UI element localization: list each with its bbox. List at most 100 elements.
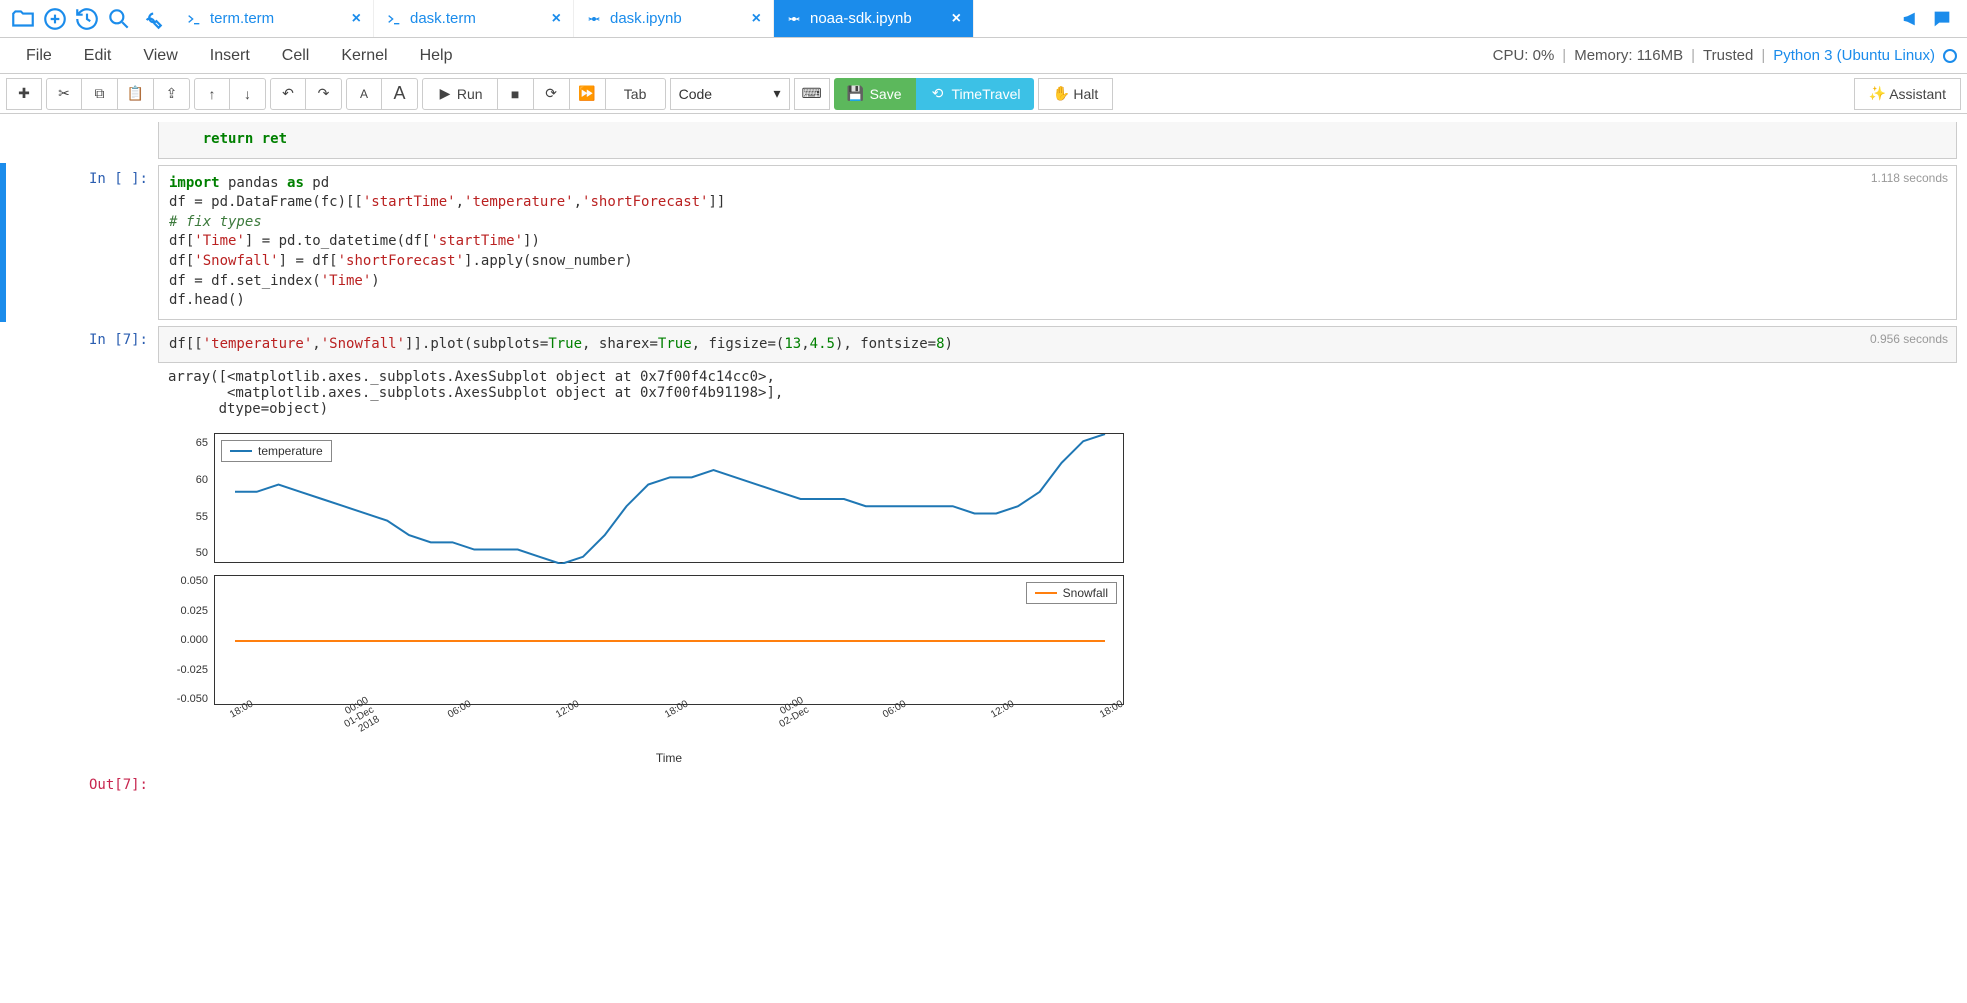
out-prompt: Out[7]: (48, 771, 158, 793)
play-icon: ▶ (437, 86, 453, 102)
halt-button[interactable]: ✋ Halt (1038, 78, 1113, 110)
tab-label: dask.ipynb (610, 10, 744, 27)
menu-insert[interactable]: Insert (194, 41, 266, 71)
cut-button[interactable]: ✂ (46, 78, 82, 110)
redo-button[interactable]: ↷ (306, 78, 342, 110)
action-toolbar: ✚ ✂ ⧉ 📋 ⇪ ↑ ↓ ↶ ↷ A A ▶ Run ■ ⟳ ⏩ Tab Co… (0, 74, 1967, 114)
cell-output-text: array([<matplotlib.axes._subplots.AxesSu… (158, 363, 1957, 423)
sitemap-icon: ⇪ (164, 86, 180, 102)
insert-cell-button[interactable]: ✚ (6, 78, 42, 110)
output-prompt-row: Out[7]: (0, 769, 1967, 795)
cpu-status: CPU: 0% (1493, 47, 1555, 64)
arrow-down-icon: ↓ (240, 86, 256, 102)
chart-output: 65605550 temperature 0.0500.0250.000-0.0… (158, 423, 1957, 765)
font-larger-button[interactable]: A (382, 78, 418, 110)
plus-icon: ✚ (16, 86, 32, 102)
tab-button[interactable]: Tab (606, 78, 666, 110)
undo-button[interactable]: ↶ (270, 78, 306, 110)
format-button[interactable]: ⇪ (154, 78, 190, 110)
megaphone-icon[interactable] (1901, 8, 1923, 30)
menu-cell[interactable]: Cell (266, 41, 326, 71)
cell-timing: 1.118 seconds (1871, 170, 1948, 187)
fast-forward-icon: ⏩ (579, 86, 595, 102)
arrow-up-icon: ↑ (204, 86, 220, 102)
jupyter-icon (786, 11, 802, 27)
history-icon: ⟲ (930, 86, 946, 102)
paste-button[interactable]: 📋 (118, 78, 154, 110)
code-cell-2[interactable]: In [7]: 0.956 secondsdf[['temperature','… (0, 324, 1967, 768)
tab-label: term.term (210, 10, 344, 27)
menubar: File Edit View Insert Cell Kernel Help C… (0, 38, 1967, 74)
tab-label: noaa-sdk.ipynb (810, 10, 944, 27)
refresh-icon: ⟳ (543, 86, 559, 102)
menu-view[interactable]: View (127, 41, 193, 71)
jupyter-icon (586, 11, 602, 27)
wrench-icon[interactable] (138, 6, 164, 32)
plus-circle-icon[interactable] (42, 6, 68, 32)
menu-file[interactable]: File (10, 41, 68, 71)
chat-icon[interactable] (1931, 8, 1953, 30)
tab-strip: term.term × dask.term × dask.ipynb × noa… (174, 0, 1891, 37)
status-bar: CPU: 0% | Memory: 116MB | Trusted | Pyth… (1493, 47, 1957, 64)
keyboard-icon: ⌨ (804, 86, 820, 102)
plot-temperature: temperature (214, 433, 1124, 563)
kernel-name[interactable]: Python 3 (Ubuntu Linux) (1773, 47, 1935, 64)
cell-timing: 0.956 seconds (1870, 331, 1948, 348)
terminal-icon (186, 11, 202, 27)
y-axis-ticks: 0.0500.0250.000-0.025-0.050 (168, 575, 214, 705)
undo-icon: ↶ (280, 86, 296, 102)
cell-type-select[interactable]: Code ▾ (670, 78, 790, 110)
plot-snowfall: Snowfall (214, 575, 1124, 705)
terminal-icon (386, 11, 402, 27)
history-icon[interactable] (74, 6, 100, 32)
tab-dask-term[interactable]: dask.term × (374, 0, 574, 37)
search-icon[interactable] (106, 6, 132, 32)
y-axis-ticks: 65605550 (168, 433, 214, 563)
code-editor[interactable]: return ret (158, 122, 1957, 159)
close-icon[interactable]: × (352, 10, 361, 28)
hand-icon: ✋ (1053, 86, 1069, 102)
notebook-area[interactable]: return ret In [ ]: 1.118 secondsimport p… (0, 114, 1967, 817)
trusted-status[interactable]: Trusted (1703, 47, 1753, 64)
menu-help[interactable]: Help (404, 41, 469, 71)
chevron-down-icon: ▾ (774, 85, 781, 102)
cell-prompt: In [ ]: (48, 165, 158, 320)
keyboard-button[interactable]: ⌨ (794, 78, 830, 110)
run-all-button[interactable]: ⏩ (570, 78, 606, 110)
menu-edit[interactable]: Edit (68, 41, 128, 71)
assistant-button[interactable]: ✨ Assistant (1854, 78, 1961, 110)
code-cell-prev[interactable]: return ret (0, 120, 1967, 161)
restart-button[interactable]: ⟳ (534, 78, 570, 110)
stop-button[interactable]: ■ (498, 78, 534, 110)
run-button[interactable]: ▶ Run (422, 78, 498, 110)
x-axis-label: Time (214, 751, 1124, 765)
tab-noaa-sdk-ipynb[interactable]: noaa-sdk.ipynb × (774, 0, 974, 37)
tab-dask-ipynb[interactable]: dask.ipynb × (574, 0, 774, 37)
folder-open-icon[interactable] (10, 6, 36, 32)
code-editor[interactable]: 1.118 secondsimport pandas as pd df = pd… (158, 165, 1957, 320)
copy-icon: ⧉ (92, 86, 108, 102)
close-icon[interactable]: × (552, 10, 561, 28)
magic-icon: ✨ (1869, 86, 1885, 102)
memory-status: Memory: 116MB (1574, 47, 1683, 64)
close-icon[interactable]: × (752, 10, 761, 28)
kernel-status-icon[interactable] (1943, 49, 1957, 63)
code-cell-1[interactable]: In [ ]: 1.118 secondsimport pandas as pd… (0, 163, 1967, 322)
tab-label: dask.term (410, 10, 544, 27)
move-up-button[interactable]: ↑ (194, 78, 230, 110)
font-smaller-button[interactable]: A (346, 78, 382, 110)
menu-kernel[interactable]: Kernel (325, 41, 403, 71)
cell-prompt (48, 122, 158, 159)
save-icon: 💾 (848, 86, 864, 102)
scissors-icon: ✂ (56, 86, 72, 102)
timetravel-button[interactable]: ⟲TimeTravel (916, 78, 1035, 110)
code-editor[interactable]: 0.956 secondsdf[['temperature','Snowfall… (158, 326, 1957, 364)
stop-icon: ■ (507, 86, 523, 102)
copy-button[interactable]: ⧉ (82, 78, 118, 110)
top-icon-group (4, 6, 170, 32)
close-icon[interactable]: × (952, 10, 961, 28)
right-icon-group (1891, 8, 1963, 30)
save-button[interactable]: 💾Save (834, 78, 916, 110)
tab-term-term[interactable]: term.term × (174, 0, 374, 37)
move-down-button[interactable]: ↓ (230, 78, 266, 110)
